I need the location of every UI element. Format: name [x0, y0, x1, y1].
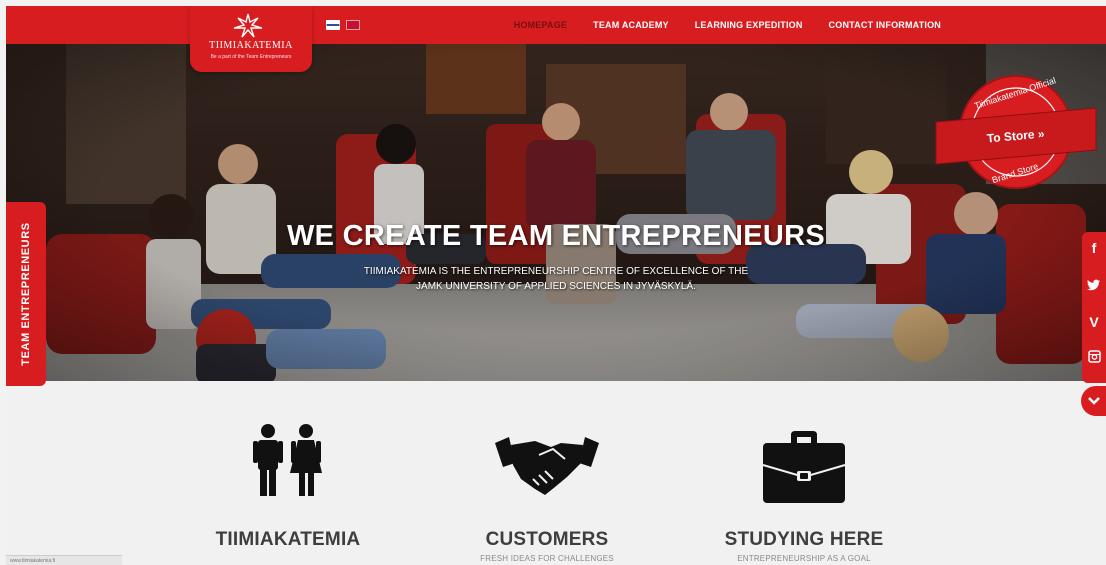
chevron-down-icon [1087, 397, 1100, 405]
feature-title: CUSTOMERS [485, 529, 609, 550]
feature-caption: FRESH IDEAS FOR CHALLENGES [480, 554, 614, 563]
fi-flag-icon[interactable] [326, 20, 340, 30]
social-links: f V [1082, 232, 1106, 383]
nav-item-homepage[interactable]: HOMEPAGE [514, 20, 567, 30]
features-section: TIIMIAKATEMIA CUSTOMERS FRESH IDEAS FOR … [6, 381, 1106, 565]
nav-item-contact-information[interactable]: CONTACT INFORMATION [829, 20, 941, 30]
status-url: www.tiimiakatemia.fi [10, 558, 56, 564]
feature-studying-here[interactable]: STUDYING HERE ENTREPRENEURSHIP AS A GOAL [694, 381, 914, 565]
logo-wordmark: TIIMIAKATEMIA [209, 40, 293, 51]
feature-title: TIIMIAKATEMIA [215, 529, 361, 550]
logo-mark-icon [233, 13, 263, 38]
twitter-icon[interactable] [1082, 278, 1106, 294]
handshake-icon [495, 437, 599, 495]
page: TIIMIAKATEMIA Be a part of the Team Entr… [6, 6, 1106, 565]
brand-store-badge[interactable]: Tiimiakatemia Official To Store » Brand … [932, 64, 1100, 194]
hero-subtitle: TIIMIAKATEMIA IS THE ENTREPRENEURSHIP CE… [6, 264, 1106, 294]
logo-tagline: Be a part of the Team Entrepreneurs [210, 54, 292, 60]
team-entrepreneurs-side-tab[interactable]: TEAM ENTREPRENEURS [6, 202, 46, 386]
feature-customers[interactable]: CUSTOMERS FRESH IDEAS FOR CHALLENGES [437, 381, 657, 565]
hero-headline: WE CREATE TEAM ENTREPRENEURS [287, 220, 825, 252]
instagram-icon[interactable] [1082, 350, 1106, 366]
browser-status-bar: www.tiimiakatemia.fi [6, 555, 122, 565]
vimeo-icon[interactable]: V [1082, 314, 1106, 330]
feature-tiimiakatemia[interactable]: TIIMIAKATEMIA [178, 381, 398, 565]
facebook-icon[interactable]: f [1082, 240, 1106, 256]
briefcase-icon [762, 431, 846, 503]
en-flag-icon[interactable] [346, 20, 360, 30]
feature-caption: ENTREPRENEURSHIP AS A GOAL [737, 554, 871, 563]
nav-item-learning-expedition[interactable]: LEARNING EXPEDITION [695, 20, 803, 30]
feature-title: STUDYING HERE [724, 529, 884, 550]
site-logo[interactable]: TIIMIAKATEMIA Be a part of the Team Entr… [190, 6, 312, 72]
nav-item-team-academy[interactable]: TEAM ACADEMY [593, 20, 669, 30]
scroll-down-button[interactable] [1081, 386, 1106, 416]
hero-subtitle-line-1: TIIMIAKATEMIA IS THE ENTREPRENEURSHIP CE… [363, 266, 749, 277]
language-switcher [326, 20, 360, 30]
main-menu: HOMEPAGE TEAM ACADEMY LEARNING EXPEDITIO… [514, 6, 941, 44]
hero-subtitle-line-2: JAMK UNIVERSITY OF APPLIED SCIENCES IN J… [416, 281, 696, 292]
people-icon [253, 424, 322, 496]
side-tab-label: TEAM ENTREPRENEURS [20, 222, 32, 366]
